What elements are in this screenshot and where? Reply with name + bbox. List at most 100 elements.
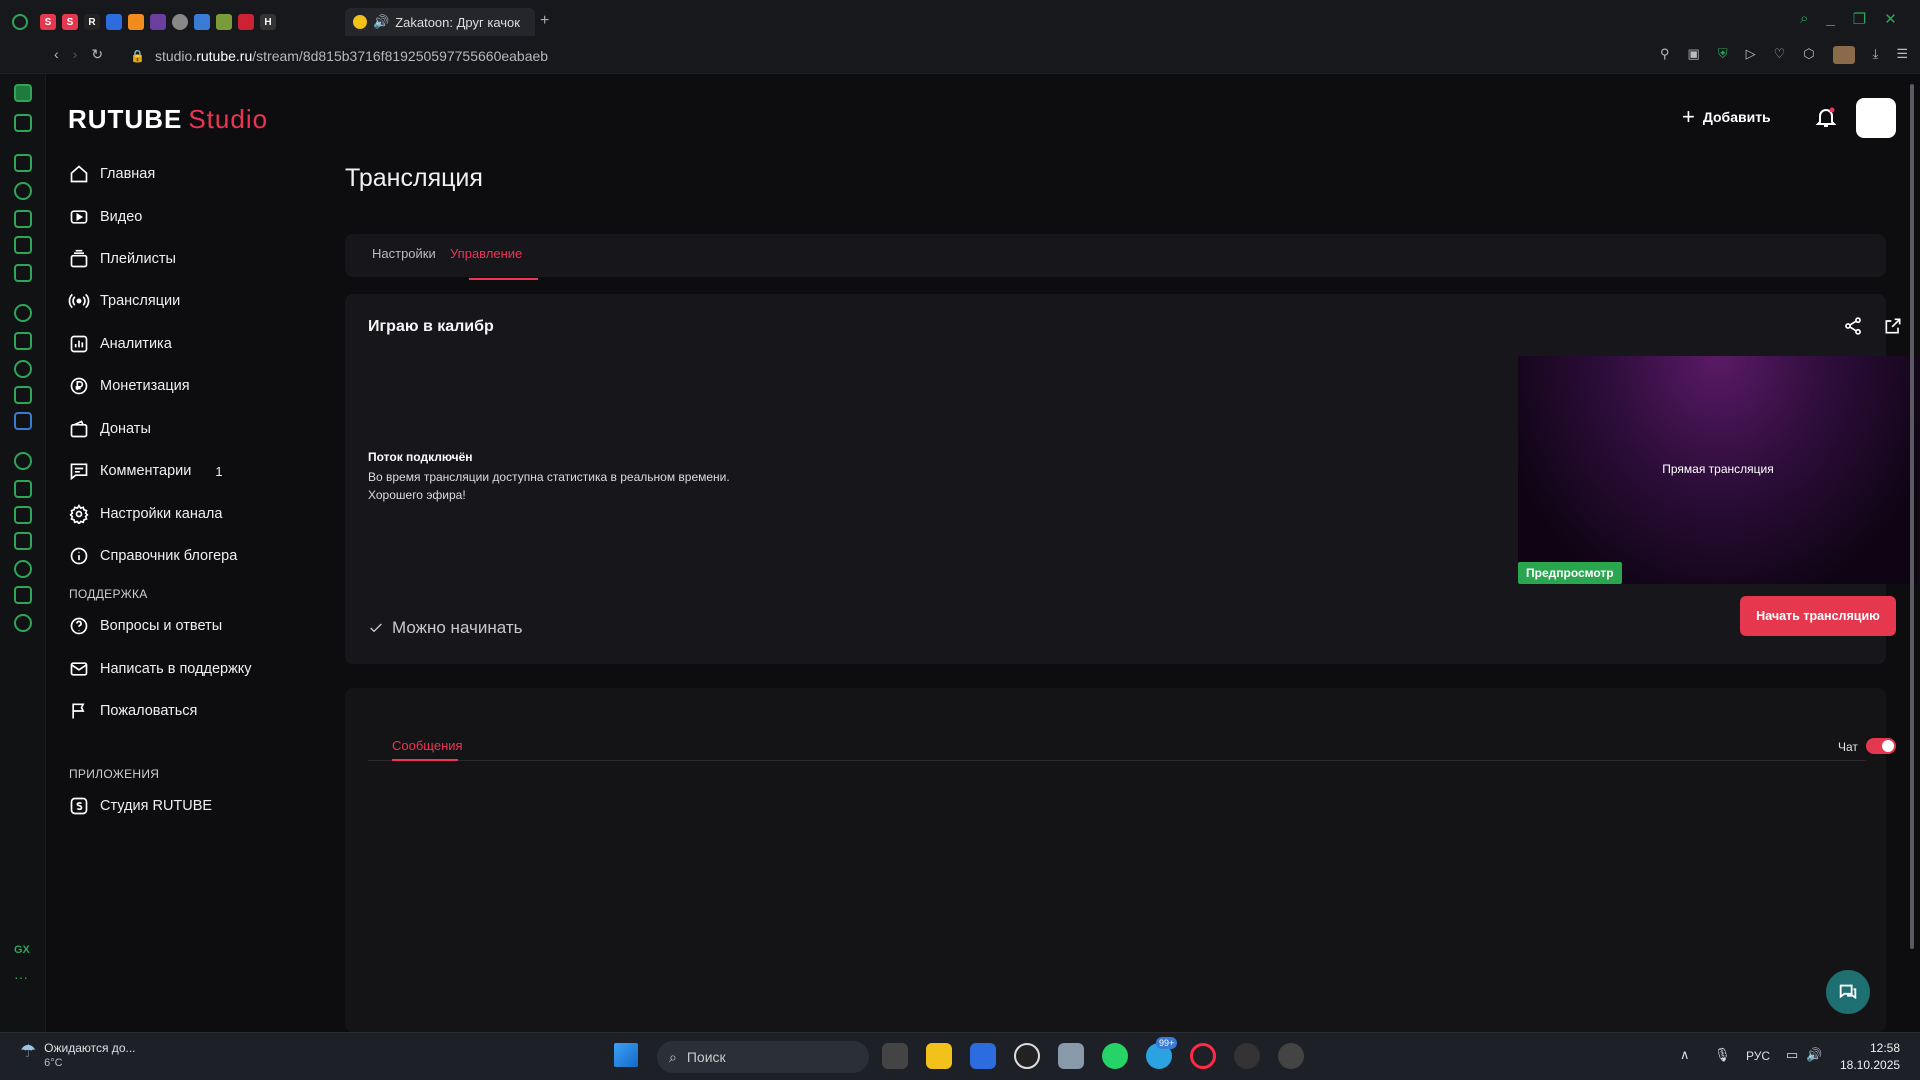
controller-icon[interactable] [14, 154, 32, 172]
twitch-icon[interactable] [14, 332, 32, 350]
maximize-icon[interactable]: ❐ [1853, 10, 1866, 28]
whatsapp-icon[interactable] [1102, 1043, 1128, 1069]
share-icon[interactable] [1843, 316, 1865, 338]
forward-icon[interactable]: › [73, 46, 78, 63]
sidebar-item-playlists[interactable]: Плейлисты [68, 244, 176, 274]
gx-icon[interactable]: GX [14, 944, 30, 956]
sidebar-item-studio-app[interactable]: Студия RUTUBE [68, 791, 212, 821]
pin-icon[interactable]: ⚲ [1660, 46, 1670, 64]
gamepad-icon[interactable] [14, 114, 32, 132]
rutube-studio-logo[interactable]: RUTUBE Studio [68, 104, 268, 135]
tray-chevron-icon[interactable]: ∧ [1680, 1047, 1690, 1063]
sidebar-item-channel-settings[interactable]: Настройки канала [68, 499, 222, 529]
opera-icon[interactable] [1190, 1043, 1216, 1069]
clock[interactable]: 12:58 18.10.2025 [1840, 1040, 1900, 1074]
scrollbar-thumb[interactable] [1910, 84, 1914, 949]
task-view-icon[interactable] [882, 1043, 908, 1069]
tab-favicon-icon[interactable]: S [62, 14, 78, 30]
language-indicator[interactable]: РУС [1746, 1049, 1770, 1063]
chatgpt-icon[interactable] [14, 304, 32, 322]
minimize-icon[interactable]: _ [1826, 10, 1834, 28]
external-link-icon[interactable] [1883, 316, 1905, 338]
telegram-icon[interactable] [14, 386, 32, 404]
sidebar-item-monetization[interactable]: Монетизация [68, 371, 190, 401]
chart-icon[interactable] [14, 236, 32, 254]
extensions-icon[interactable]: ⬡ [1803, 46, 1814, 64]
tab-messages[interactable]: Сообщения [392, 738, 463, 753]
media-player-icon[interactable] [1014, 1043, 1040, 1069]
tab-favicon-icon[interactable]: R [84, 14, 100, 30]
extensions-icon[interactable] [14, 586, 32, 604]
microphone-icon[interactable]: 🎙 [1714, 1047, 1731, 1063]
shield-icon[interactable]: ⛨ [1718, 46, 1728, 64]
back-icon[interactable]: ‹ [54, 46, 59, 63]
opera-gx-logo-icon[interactable] [12, 14, 28, 30]
tab-settings[interactable]: Настройки [372, 246, 436, 261]
sidebar-item-contact-support[interactable]: Написать в поддержку [68, 654, 252, 684]
sidebar-item-analytics[interactable]: Аналитика [68, 329, 172, 359]
tab-favicon-icon[interactable] [106, 14, 122, 30]
sidebar-item-blogger-guide[interactable]: Справочник блогера [68, 541, 237, 571]
refresh-icon[interactable] [14, 182, 32, 200]
tab-favicon-icon[interactable] [194, 14, 210, 30]
reload-icon[interactable]: ↻ [91, 46, 103, 63]
download-icon[interactable]: ⤓ [1873, 46, 1879, 64]
heart-icon[interactable]: ♡ [1774, 46, 1786, 64]
tab-favicon-icon[interactable] [128, 14, 144, 30]
new-tab-button[interactable]: + [540, 12, 549, 30]
play-icon[interactable]: ▷ [1746, 46, 1756, 64]
app-icon[interactable] [1058, 1043, 1084, 1069]
speaker-icon[interactable]: 🔊 [373, 14, 389, 30]
profile-icon[interactable] [1832, 46, 1855, 64]
menu-icon[interactable]: ☰ [1896, 46, 1908, 64]
sidebar-item-home[interactable]: Главная [68, 159, 155, 189]
player-icon[interactable] [14, 452, 32, 470]
tab-favicon-icon[interactable] [172, 14, 188, 30]
volume-icon[interactable]: 🔊 [1806, 1047, 1822, 1063]
whatsapp-icon[interactable] [14, 360, 32, 378]
play-icon[interactable] [14, 480, 32, 498]
chat-toggle[interactable] [1866, 738, 1896, 754]
sidebar-item-faq[interactable]: Вопросы и ответы [68, 611, 222, 641]
settings-icon[interactable] [14, 614, 32, 632]
windows-start-icon[interactable] [614, 1043, 638, 1067]
active-tab[interactable]: 🔊 Zakatoon: Друг качок [345, 8, 535, 36]
stream-preview[interactable]: Прямая трансляция [1518, 356, 1918, 584]
bot-icon[interactable] [14, 210, 32, 228]
notifications-bell-icon[interactable] [1814, 105, 1838, 129]
search-icon[interactable]: ⌕ [1800, 10, 1808, 28]
tab-favicon-icon[interactable] [216, 14, 232, 30]
sidebar-item-broadcasts[interactable]: Трансляции [68, 286, 180, 316]
start-broadcast-button[interactable]: Начать трансляцию [1740, 596, 1896, 636]
screenshot-icon[interactable]: ▣ [1688, 46, 1700, 64]
obs-icon[interactable] [1278, 1043, 1304, 1069]
file-explorer-icon[interactable] [926, 1043, 952, 1069]
tab-favicon-icon[interactable]: H [260, 14, 276, 30]
tab-management[interactable]: Управление [450, 246, 522, 261]
address-bar[interactable]: 🔒 studio.rutube.ru/stream/8d815b3716f819… [130, 44, 1630, 68]
tab-favicon-icon[interactable]: S [40, 14, 56, 30]
add-button[interactable]: + Добавить [1682, 106, 1771, 128]
m-icon[interactable] [14, 264, 32, 282]
store-icon[interactable] [970, 1043, 996, 1069]
sidebar-item-report[interactable]: Пожаловаться [68, 696, 197, 726]
user-avatar[interactable] [1856, 98, 1896, 138]
page-scrollbar[interactable] [1908, 74, 1916, 1032]
sidebar-item-comments[interactable]: Комментарии 1 [68, 456, 223, 486]
wallet-icon[interactable] [14, 506, 32, 524]
weather-widget[interactable]: ☂ Ожидаются до... 6°C [20, 1041, 136, 1069]
history-icon[interactable] [14, 560, 32, 578]
home-icon[interactable] [14, 84, 32, 102]
vk-icon[interactable] [14, 412, 32, 430]
close-icon[interactable]: ✕ [1884, 10, 1897, 28]
network-icon[interactable]: ▭ [1786, 1047, 1798, 1063]
taskbar-search[interactable]: ⌕ Поиск [657, 1041, 869, 1073]
sidebar-item-donations[interactable]: Донаты [68, 414, 151, 444]
tab-favicon-icon[interactable] [238, 14, 254, 30]
card-icon[interactable] [14, 532, 32, 550]
support-chat-button[interactable] [1826, 970, 1870, 1014]
sidebar-item-video[interactable]: Видео [68, 202, 142, 232]
more-icon[interactable]: ··· [14, 969, 28, 985]
app-icon[interactable] [1234, 1043, 1260, 1069]
tab-favicon-icon[interactable] [150, 14, 166, 30]
